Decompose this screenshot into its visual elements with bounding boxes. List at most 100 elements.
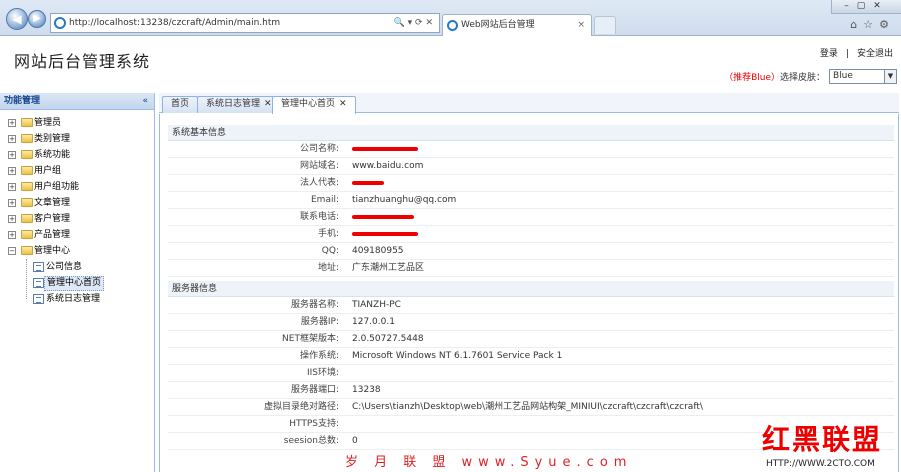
info-value: 0: [352, 436, 358, 446]
tab-label: 管理中心首页: [281, 99, 336, 109]
info-row: 法人代表:: [168, 175, 894, 192]
info-key: 服务器IP:: [300, 317, 339, 327]
tree-child-company-info[interactable]: 公司信息: [0, 259, 154, 275]
expand-icon[interactable]: +: [8, 119, 16, 127]
address-buttons[interactable]: 🔍 ▾ ⟳ ✕: [394, 14, 433, 32]
info-key: 公司名称:: [299, 144, 339, 154]
tree-node-label: 用户组: [34, 166, 62, 176]
folder-icon: [21, 166, 33, 175]
section-basic-info: 系统基本信息: [168, 125, 894, 141]
tree-node-system-function[interactable]: + 系统功能: [0, 147, 154, 163]
skin-label: 选择皮肤：: [779, 73, 825, 83]
folder-icon: [21, 150, 33, 159]
sidebar-title: 功能管理: [4, 96, 41, 106]
info-row: IIS环境:: [168, 365, 894, 382]
info-key: QQ:: [321, 246, 339, 256]
redaction-mark: [352, 181, 384, 185]
tree-node-user-group-function[interactable]: + 用户组功能: [0, 179, 154, 195]
expand-icon[interactable]: +: [8, 231, 16, 239]
folder-icon: [21, 118, 33, 127]
collapse-node-icon[interactable]: −: [8, 247, 16, 255]
tree-node-label: 管理员: [34, 118, 62, 128]
redaction-mark: [352, 147, 418, 151]
tree-node-customer[interactable]: + 客户管理: [0, 211, 154, 227]
folder-icon: [21, 134, 33, 143]
info-row: 虚拟目录绝对路径: C:\Users\tianzh\Desktop\web\潮州工…: [168, 399, 894, 416]
sidebar-header: 功能管理 «: [0, 93, 154, 110]
skin-value: Blue: [833, 71, 853, 81]
page-icon: [33, 262, 44, 272]
tree-node-user-group[interactable]: + 用户组: [0, 163, 154, 179]
collapse-icon[interactable]: «: [142, 93, 148, 109]
info-value: 广东潮州工艺品区: [352, 263, 425, 273]
tree-node-label: 系统功能: [34, 150, 71, 160]
close-icon[interactable]: ✕: [339, 99, 347, 109]
watermark-2cto-logo: 红黑联盟: [762, 423, 883, 456]
forward-button[interactable]: ▶: [28, 10, 46, 28]
redaction-mark: [352, 215, 414, 219]
toolbar-icons[interactable]: ⌂☆⚙: [850, 18, 895, 31]
skin-select[interactable]: Blue ▼: [829, 69, 897, 84]
browser-chrome: ◀ ▶ http://localhost:13238/czcraft/Admin…: [0, 0, 901, 36]
top-links: 登录 | 安全退出: [816, 46, 897, 59]
expand-icon[interactable]: +: [8, 215, 16, 223]
dropdown-arrow-icon[interactable]: ▼: [884, 70, 896, 83]
tree-child-label: 管理中心首页: [44, 276, 105, 291]
close-icon[interactable]: ✕: [264, 99, 272, 109]
tree-node-management-center[interactable]: − 管理中心: [0, 243, 154, 259]
tab-system-log[interactable]: 系统日志管理 ✕: [197, 96, 281, 113]
expand-icon[interactable]: +: [8, 199, 16, 207]
ie-icon: [447, 20, 458, 31]
window-controls[interactable]: –▢✕: [831, 0, 901, 14]
folder-icon: [21, 182, 33, 191]
expand-icon[interactable]: +: [8, 183, 16, 191]
info-key: NET框架版本:: [282, 334, 339, 344]
sidebar: 功能管理 « + 管理员 + 类别管理 + 系统功能 + 用户组 + 用户组功能 + 文章管…: [0, 93, 155, 472]
info-value: 2.0.50727.5448: [352, 334, 424, 344]
info-value: Microsoft Windows NT 6.1.7601 Service Pa…: [352, 351, 563, 361]
page-header: 网站后台管理系统 登录 | 安全退出 （推荐Blue） 选择皮肤： Blue ▼: [0, 36, 901, 90]
info-value: 409180955: [352, 246, 404, 256]
tab-label: 系统日志管理: [206, 99, 261, 109]
info-value: 127.0.0.1: [352, 317, 395, 327]
tree-node-article[interactable]: + 文章管理: [0, 195, 154, 211]
info-key: 法人代表:: [299, 178, 339, 188]
tab-label: 首页: [171, 99, 190, 109]
info-row: 网站域名: www.baidu.com: [168, 158, 894, 175]
expand-icon[interactable]: +: [8, 167, 16, 175]
separator: |: [845, 49, 849, 59]
tree-node-category[interactable]: + 类别管理: [0, 131, 154, 147]
logout-link[interactable]: 安全退出: [857, 49, 893, 59]
expand-icon[interactable]: +: [8, 135, 16, 143]
close-tab-icon[interactable]: ×: [577, 15, 585, 35]
tree-node-admin[interactable]: + 管理员: [0, 115, 154, 131]
tree-node-product[interactable]: + 产品管理: [0, 227, 154, 243]
info-row: Email: tianzhuanghu@qq.com: [168, 192, 894, 209]
page-icon: [33, 294, 44, 304]
back-button[interactable]: ◀: [6, 8, 28, 30]
tab-home[interactable]: 首页: [162, 96, 199, 113]
info-row: 公司名称:: [168, 141, 894, 158]
info-key: 操作系统:: [299, 351, 339, 361]
tree-child-admin-home[interactable]: 管理中心首页: [0, 275, 154, 291]
tree-child-system-log[interactable]: 系统日志管理: [0, 291, 154, 307]
info-value: tianzhuanghu@qq.com: [352, 195, 457, 205]
tab-admin-home[interactable]: 管理中心首页 ✕: [272, 96, 356, 114]
info-key: 联系电话:: [299, 212, 339, 222]
info-key: 虚拟目录绝对路径:: [263, 402, 339, 412]
new-tab-button[interactable]: [594, 16, 616, 34]
skin-selector: （推荐Blue） 选择皮肤： Blue ▼: [724, 69, 897, 84]
watermark-2cto-url: HTTP://WWW.2CTO.COM: [766, 459, 875, 469]
site-title: 网站后台管理系统: [14, 52, 151, 71]
info-key: 手机:: [317, 229, 339, 239]
info-value: www.baidu.com: [352, 161, 424, 171]
info-row: 服务器IP: 127.0.0.1: [168, 314, 894, 331]
browser-tab[interactable]: Web网站后台管理 ×: [442, 14, 592, 36]
login-link[interactable]: 登录: [820, 49, 838, 59]
expand-icon[interactable]: +: [8, 151, 16, 159]
info-key: HTTPS支持:: [289, 419, 339, 429]
folder-icon: [21, 214, 33, 223]
page-tabbar: 首页 系统日志管理 ✕ 管理中心首页 ✕: [159, 93, 899, 114]
address-bar[interactable]: http://localhost:13238/czcraft/Admin/mai…: [50, 13, 440, 33]
info-value: 13238: [352, 385, 381, 395]
